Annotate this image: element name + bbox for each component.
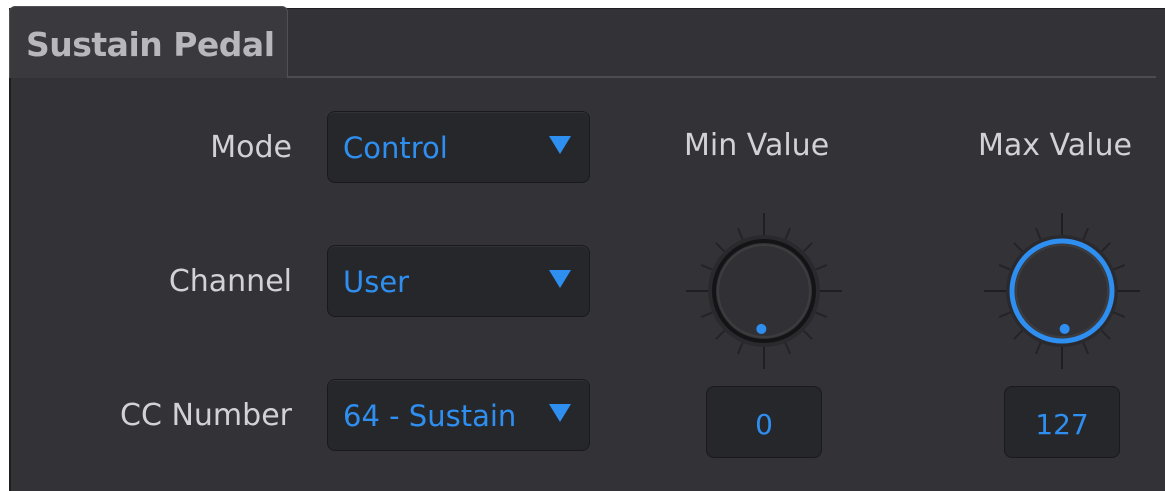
channel-label: Channel [168, 264, 292, 299]
cc-number-label: CC Number [120, 398, 292, 433]
tab-sustain-pedal[interactable]: Sustain Pedal [9, 6, 288, 78]
chevron-down-icon [549, 136, 571, 154]
min-value-knob[interactable] [679, 206, 849, 376]
tab-divider [288, 76, 1156, 78]
channel-dropdown-value: User [343, 265, 410, 299]
min-value-field[interactable]: 0 [706, 386, 822, 458]
knob-indicator-dot [756, 323, 767, 334]
mode-label: Mode [210, 130, 292, 165]
max-value-knob[interactable] [977, 206, 1147, 376]
channel-dropdown[interactable]: User [327, 245, 590, 317]
min-value-label: Min Value [684, 128, 830, 163]
max-value-field[interactable]: 127 [1004, 386, 1120, 458]
knob-graphic [686, 213, 842, 369]
chevron-down-icon [549, 270, 571, 288]
mode-dropdown[interactable]: Control [327, 111, 590, 183]
cc-number-dropdown[interactable]: 64 - Sustain [327, 379, 590, 451]
chevron-down-icon [549, 404, 571, 422]
max-value-label: Max Value [978, 128, 1132, 163]
sustain-pedal-window: Sustain Pedal Mode Control Channel User … [0, 0, 1165, 491]
tab-title: Sustain Pedal [26, 25, 275, 64]
cc-number-dropdown-value: 64 - Sustain [343, 399, 517, 433]
knob-indicator-dot [1059, 323, 1070, 334]
knob-graphic [984, 213, 1140, 369]
mode-dropdown-value: Control [343, 131, 448, 165]
